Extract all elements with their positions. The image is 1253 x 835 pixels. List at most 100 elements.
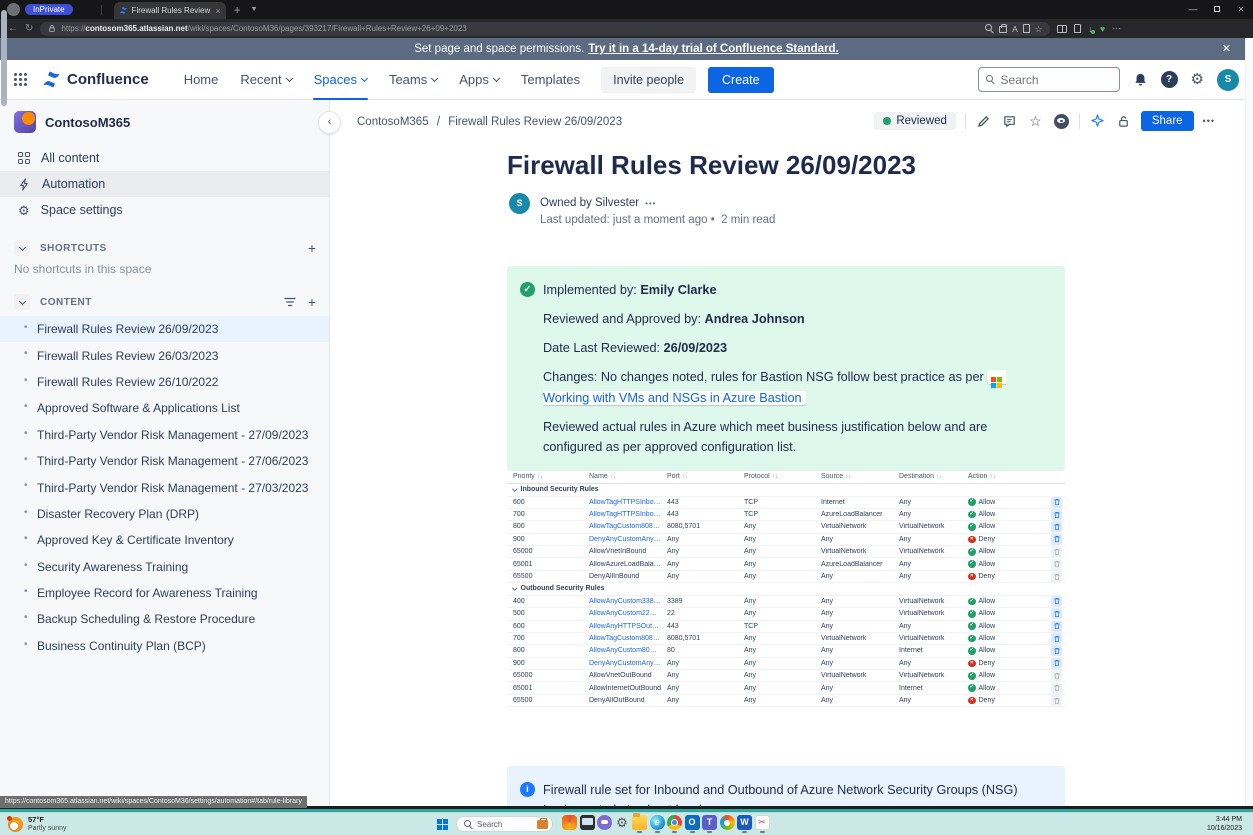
sidebar-page-item[interactable]: • Employee Record for Awareness Training: [0, 580, 330, 606]
delete-rule-button[interactable]: [1051, 509, 1062, 520]
outlook-icon[interactable]: O: [685, 815, 700, 833]
restrictions-lock-button[interactable]: [1115, 113, 1132, 130]
rule-name[interactable]: AllowVnetInBound: [589, 548, 667, 555]
sidebar-item-all-content[interactable]: All content: [0, 145, 330, 171]
device-icon[interactable]: [580, 815, 595, 833]
global-search[interactable]: [978, 67, 1120, 92]
watch-button[interactable]: [1053, 113, 1070, 130]
rule-name[interactable]: AllowAnyHTTPSOutbound: [589, 623, 667, 630]
browser-essentials-icon[interactable]: ♥: [1100, 24, 1105, 34]
rule-name[interactable]: AllowInternetOutBound: [589, 685, 667, 692]
breadcrumb-space-link[interactable]: ContosoM365: [357, 116, 429, 128]
trial-link[interactable]: Try it in a 14-day trial of Confluence S…: [588, 43, 839, 55]
sidebar-page-item[interactable]: • Backup Scheduling & Restore Procedure: [0, 606, 330, 632]
banner-close-icon[interactable]: ✕: [1222, 42, 1231, 55]
rule-name[interactable]: AllowTagCustom8080_5701Inbound: [589, 523, 667, 530]
edit-button[interactable]: [975, 113, 992, 130]
col-port[interactable]: Port↑↓: [667, 473, 744, 480]
ai-sparkle-button[interactable]: [1089, 113, 1106, 130]
rule-name[interactable]: DenyAnyCustomAnyOutbound: [589, 660, 667, 667]
close-window-button[interactable]: ×: [1229, 0, 1253, 19]
sidebar-item-automation[interactable]: Automation: [0, 171, 330, 197]
notifications-bell-icon[interactable]: [1133, 72, 1148, 88]
shopping-icon[interactable]: [999, 26, 1007, 33]
sidebar-page-item[interactable]: • Third-Party Vendor Risk Management - 2…: [0, 448, 330, 474]
delete-rule-button[interactable]: [1051, 670, 1062, 681]
sidebar-page-item[interactable]: • Firewall Rules Review 26/03/2023: [0, 342, 330, 368]
comment-button[interactable]: [1001, 113, 1018, 130]
breadcrumb-page[interactable]: Firewall Rules Review 26/09/2023: [448, 116, 622, 128]
delete-rule-button[interactable]: [1051, 608, 1062, 619]
product-name[interactable]: Confluence: [67, 71, 149, 88]
delete-rule-button[interactable]: [1051, 546, 1062, 557]
scrollbar-thumb[interactable]: [1, 10, 7, 106]
rule-name[interactable]: AllowVnetOutBound: [589, 672, 667, 679]
edge-icon[interactable]: e: [650, 815, 665, 833]
status-badge[interactable]: Reviewed: [874, 112, 956, 130]
help-icon[interactable]: ?: [1161, 71, 1178, 88]
start-button[interactable]: [437, 819, 448, 830]
shortcuts-collapse-icon[interactable]: [14, 240, 30, 256]
word-icon[interactable]: W: [737, 815, 752, 833]
delete-rule-button[interactable]: [1051, 571, 1062, 582]
split-screen-icon[interactable]: [1057, 25, 1067, 33]
chrome-icon[interactable]: [667, 815, 682, 833]
nav-item-home[interactable]: Home: [173, 60, 230, 100]
sidebar-page-item[interactable]: • Approved Software & Applications List: [0, 395, 330, 421]
taskbar-clock[interactable]: 3:44 PM 10/16/2023: [1207, 816, 1242, 833]
chat-icon[interactable]: [597, 815, 612, 833]
col-source[interactable]: Source↑↓: [821, 473, 899, 480]
invite-people-button[interactable]: Invite people: [601, 67, 696, 93]
sidebar-page-item[interactable]: • Disaster Recovery Plan (DRP): [0, 501, 330, 527]
sidebar-page-item[interactable]: • Third-Party Vendor Risk Management - 2…: [0, 422, 330, 448]
table-group-row[interactable]: Inbound Security Rules: [507, 484, 1065, 497]
settings-icon[interactable]: ⚙: [615, 815, 630, 833]
browser-tab[interactable]: Firewall Rules Review 26/09/202 ×: [114, 2, 226, 19]
delete-rule-button[interactable]: [1051, 658, 1062, 669]
tab-close-icon[interactable]: ×: [215, 6, 220, 16]
nav-item-spaces[interactable]: Spaces: [303, 60, 378, 100]
nav-item-teams[interactable]: Teams: [378, 60, 448, 100]
downloads-icon[interactable]: ↓: [1088, 24, 1093, 34]
snipping-tool-icon[interactable]: ✂: [755, 815, 770, 833]
col-priority[interactable]: Priority↑↓: [507, 473, 589, 480]
sidebar-item-space-settings[interactable]: ⚙ Space settings: [0, 197, 330, 223]
maximize-button[interactable]: [1205, 0, 1229, 19]
rule-name[interactable]: AllowAnyCustom80Outbound: [589, 647, 667, 654]
user-avatar[interactable]: S: [1217, 69, 1239, 91]
add-shortcut-icon[interactable]: +: [308, 241, 316, 255]
owner-avatar[interactable]: S: [509, 193, 530, 214]
sidebar-page-item[interactable]: • Firewall Rules Review 26/10/2022: [0, 369, 330, 395]
sidebar-page-item[interactable]: • Approved Key & Certificate Inventory: [0, 527, 330, 553]
space-header[interactable]: ContosoM365: [14, 111, 130, 133]
col-destination[interactable]: Destination↑↓: [899, 473, 968, 480]
settings-gear-icon[interactable]: ⚙: [1191, 71, 1204, 88]
file-explorer-icon[interactable]: [632, 815, 647, 833]
rule-name[interactable]: AllowAzureLoadBalancerInBound: [589, 561, 667, 568]
photos-icon[interactable]: [720, 815, 735, 833]
star-button[interactable]: ☆: [1027, 113, 1044, 130]
sidebar-page-item[interactable]: • Third-Party Vendor Risk Management - 2…: [0, 474, 330, 500]
sidebar-page-item[interactable]: • Firewall Rules Review 26/09/2023: [0, 316, 330, 342]
nav-item-apps[interactable]: Apps: [448, 60, 510, 100]
add-favorite-icon[interactable]: [1023, 24, 1030, 33]
search-in-page-icon[interactable]: [985, 24, 994, 33]
add-page-icon[interactable]: +: [308, 295, 316, 309]
weather-widget[interactable]: 57°F Partly sunny: [8, 815, 67, 833]
favorites-star-icon[interactable]: ☆: [1035, 22, 1043, 36]
read-aloud-icon[interactable]: A: [1012, 22, 1018, 36]
back-icon[interactable]: ←: [8, 23, 18, 34]
app-switcher-icon[interactable]: [14, 73, 27, 86]
delete-rule-button[interactable]: [1051, 645, 1062, 656]
address-bar[interactable]: https://contosom365.atlassian.net/wiki/s…: [40, 22, 1050, 36]
byline-more-icon[interactable]: •••: [645, 199, 656, 208]
rule-name[interactable]: DenyAnyCustomAnyInbound: [589, 536, 667, 543]
delete-rule-button[interactable]: [1051, 633, 1062, 644]
minimize-button[interactable]: —: [1181, 0, 1205, 19]
teams-icon[interactable]: T: [702, 815, 717, 833]
delete-rule-button[interactable]: [1051, 534, 1062, 545]
page-scrollbar[interactable]: [1245, 38, 1253, 806]
delete-rule-button[interactable]: [1051, 521, 1062, 532]
refresh-icon[interactable]: ↻: [25, 23, 33, 34]
nav-item-templates[interactable]: Templates: [510, 60, 591, 100]
